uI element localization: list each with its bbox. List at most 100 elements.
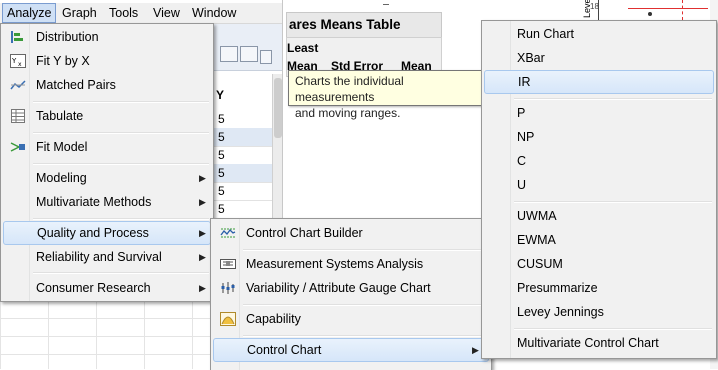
menu-item-uwma[interactable]: UWMA (484, 205, 712, 227)
table-icon[interactable] (240, 46, 258, 62)
submenu-arrow-icon: ▶ (199, 197, 206, 207)
menu-item-fit-y-by-x[interactable]: Yx Fit Y by X (3, 50, 209, 72)
table-row[interactable]: 5 (214, 200, 272, 219)
menu-item-measurement-systems-analysis[interactable]: Measurement Systems Analysis (213, 253, 487, 275)
menu-item-cusum[interactable]: CUSUM (484, 253, 712, 275)
submenu-arrow-icon: ▶ (472, 345, 479, 355)
menu-item-label: U (517, 178, 527, 192)
chart-tick: 18 (590, 2, 599, 11)
menu-separator (33, 163, 209, 165)
menu-item-capability[interactable]: Capability (213, 308, 487, 330)
menu-item-label: C (517, 154, 527, 168)
menu-item-multivariate-methods[interactable]: Multivariate Methods ▶ (3, 191, 209, 213)
menu-bar: Analyze Graph Tools View Window (0, 3, 282, 24)
divider (383, 0, 389, 5)
menu-separator (33, 218, 209, 220)
menu-item-np[interactable]: NP (484, 126, 712, 148)
menu-item-run-chart[interactable]: Run Chart (484, 23, 712, 45)
table-row[interactable]: 5 (214, 182, 272, 201)
menu-item-label: Matched Pairs (36, 78, 116, 92)
variability-chart-icon (221, 282, 235, 294)
table-row[interactable]: 5 (214, 146, 272, 165)
menu-item-tabulate[interactable]: Tabulate (3, 105, 209, 127)
menu-item-matched-pairs[interactable]: Matched Pairs (3, 74, 209, 96)
menu-separator (243, 249, 487, 251)
report-title-bar[interactable]: ares Means Table (286, 12, 442, 38)
column-header-y[interactable]: Y (214, 88, 270, 106)
menu-item-label: Reliability and Survival (36, 250, 162, 264)
toolbar-icon[interactable] (220, 46, 238, 62)
menu-item-p[interactable]: P (484, 102, 712, 124)
menu-item-label: Quality and Process (37, 226, 149, 240)
menu-tools[interactable]: Tools (105, 4, 142, 22)
cell-value: 5 (218, 202, 225, 216)
menu-item-ir[interactable]: IR (484, 70, 714, 94)
menu-separator (33, 272, 209, 274)
quality-and-process-menu: Control Chart Builder Measurement System… (210, 218, 492, 370)
dropdown-icon[interactable] (260, 50, 272, 64)
menu-item-label: IR (518, 75, 531, 89)
tooltip-line-2: and moving ranges. (295, 106, 401, 120)
menu-separator (514, 98, 712, 100)
submenu-arrow-icon: ▶ (199, 283, 206, 293)
menu-item-label: Fit Model (36, 140, 88, 154)
chart-point (648, 12, 652, 16)
menu-window[interactable]: Window (188, 4, 240, 22)
cell-value: 5 (218, 166, 225, 180)
menu-item-label: Measurement Systems Analysis (246, 257, 424, 271)
menu-item-label: Control Chart Builder (246, 226, 363, 240)
menu-item-label: Distribution (36, 30, 99, 44)
menu-item-label: CUSUM (517, 257, 563, 271)
menu-item-c[interactable]: C (484, 150, 712, 172)
menu-item-label: XBar (517, 51, 545, 65)
menu-item-xbar[interactable]: XBar (484, 47, 712, 69)
fit-y-by-x-icon: Yx (10, 54, 26, 68)
menu-item-variability-gauge-chart[interactable]: Variability / Attribute Gauge Chart (213, 277, 487, 299)
control-chart-builder-icon (220, 228, 236, 238)
menu-item-reliability-and-survival[interactable]: Reliability and Survival ▶ (3, 246, 209, 268)
menu-analyze[interactable]: Analyze (2, 3, 57, 23)
fit-model-icon (10, 142, 25, 152)
menu-item-label: Fit Y by X (36, 54, 90, 68)
svg-text:Y: Y (11, 57, 17, 65)
table-row[interactable]: 5 (214, 110, 272, 129)
submenu-arrow-icon: ▶ (199, 228, 206, 238)
header-least: Least (287, 41, 319, 55)
measurement-systems-icon (220, 259, 236, 269)
menu-item-presummarize[interactable]: Presummarize (484, 277, 712, 299)
menu-item-ewma[interactable]: EWMA (484, 229, 712, 251)
scrollbar-thumb[interactable] (274, 78, 282, 138)
menu-item-levey-jennings[interactable]: Levey Jennings (484, 301, 712, 323)
menu-item-label: Modeling (36, 171, 87, 185)
menu-item-multivariate-control-chart[interactable]: Multivariate Control Chart (484, 332, 712, 354)
menu-item-label: Capability (246, 312, 301, 326)
menu-item-control-chart-builder[interactable]: Control Chart Builder (213, 222, 487, 244)
analyze-menu: Distribution Yx Fit Y by X Matched Pairs… (0, 23, 214, 302)
report-title: ares Means Table (289, 17, 401, 32)
menu-separator (33, 132, 209, 134)
menu-item-label: Tabulate (36, 109, 84, 123)
menu-item-quality-and-process[interactable]: Quality and Process ▶ (3, 221, 211, 245)
svg-text:x: x (18, 61, 22, 68)
table-row[interactable]: 5 (214, 164, 272, 183)
menu-item-label: Presummarize (517, 281, 598, 295)
table-row[interactable]: 5 (214, 128, 272, 147)
menu-item-consumer-research[interactable]: Consumer Research ▶ (3, 277, 209, 299)
menu-item-label: Variability / Attribute Gauge Chart (246, 281, 431, 295)
menu-item-distribution[interactable]: Distribution (3, 26, 209, 48)
cell-value: 5 (218, 148, 225, 162)
menu-item-modeling[interactable]: Modeling ▶ (3, 167, 209, 189)
menu-item-fit-model[interactable]: Fit Model (3, 136, 209, 158)
menu-item-label: Multivariate Control Chart (517, 336, 659, 350)
menu-view[interactable]: View (149, 4, 184, 22)
menu-item-label: Consumer Research (36, 281, 151, 295)
menu-item-u[interactable]: U (484, 174, 712, 196)
menu-item-label: Levey Jennings (517, 305, 604, 319)
menu-separator (514, 201, 712, 203)
matched-pairs-icon (10, 80, 26, 90)
menu-graph[interactable]: Graph (58, 4, 101, 22)
data-grid-background (0, 300, 214, 369)
menu-item-label: Run Chart (517, 27, 574, 41)
menu-separator (514, 328, 712, 330)
menu-item-control-chart[interactable]: Control Chart ▶ (213, 338, 489, 362)
